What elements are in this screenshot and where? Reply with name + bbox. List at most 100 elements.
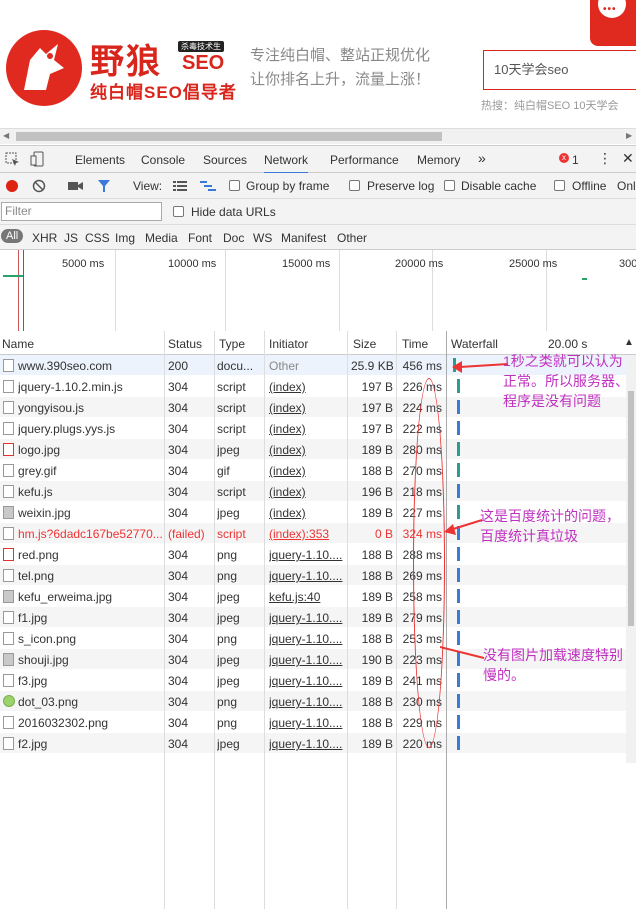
tab-console[interactable]: Console <box>141 153 185 167</box>
col-type[interactable]: Type <box>219 337 245 351</box>
table-row[interactable]: f2.jpg 304 jpeg jquery-1.10.... 189 B 220 ms <box>0 733 636 754</box>
type-filter-img[interactable]: Img <box>115 231 135 245</box>
table-vertical-scrollbar[interactable] <box>626 355 636 763</box>
overview-tick: 10000 ms <box>168 258 217 270</box>
request-initiator[interactable]: jquery-1.10.... <box>269 737 345 751</box>
col-initiator[interactable]: Initiator <box>269 337 308 351</box>
clear-icon[interactable] <box>32 179 46 193</box>
table-row[interactable]: 2016032302.png 304 png jquery-1.10.... 188 B… <box>0 712 636 733</box>
site-search-input[interactable]: 10天学会seo <box>483 50 636 90</box>
group-by-frame-checkbox[interactable] <box>229 180 240 191</box>
tab-memory[interactable]: Memory <box>417 153 460 167</box>
table-row[interactable]: tel.png 304 png jquery-1.10.... 188 B 269 ms <box>0 565 636 586</box>
table-row[interactable]: red.png 304 png jquery-1.10.... 188 B 288 ms <box>0 544 636 565</box>
table-row[interactable]: kefu_erweima.jpg 304 jpeg kefu.js:40 189 B 25… <box>0 586 636 607</box>
network-overview-timeline[interactable]: 5000 ms 10000 ms 15000 ms 20000 ms 25000… <box>0 250 636 332</box>
request-initiator[interactable]: jquery-1.10.... <box>269 674 345 688</box>
tab-elements[interactable]: Elements <box>75 153 125 167</box>
table-row[interactable]: f1.jpg 304 jpeg jquery-1.10.... 189 B 279 ms <box>0 607 636 628</box>
document-file-icon <box>3 716 14 729</box>
request-type: jpeg <box>217 737 240 751</box>
request-status: 304 <box>168 590 189 604</box>
request-initiator[interactable]: Other <box>269 359 345 373</box>
type-filter-ws[interactable]: WS <box>253 231 272 245</box>
request-size: 0 B <box>374 527 393 541</box>
scrollbar-thumb[interactable] <box>16 132 442 141</box>
type-filter-media[interactable]: Media <box>145 231 178 245</box>
request-initiator[interactable]: jquery-1.10.... <box>269 716 345 730</box>
sort-up-icon[interactable]: ▲ <box>624 337 634 348</box>
col-name[interactable]: Name <box>2 337 34 351</box>
request-name: f2.jpg <box>18 737 48 751</box>
large-rows-icon[interactable] <box>173 180 187 192</box>
preserve-log-checkbox[interactable] <box>349 180 360 191</box>
request-initiator[interactable]: (index) <box>269 485 345 499</box>
request-initiator[interactable]: (index) <box>269 506 345 520</box>
col-status[interactable]: Status <box>168 337 202 351</box>
device-toolbar-icon[interactable] <box>30 151 46 167</box>
type-filter-all[interactable]: All <box>1 229 24 243</box>
type-filter-doc[interactable]: Doc <box>223 231 244 245</box>
table-row[interactable]: dot_03.png 304 png jquery-1.10.... 188 B 230 … <box>0 691 636 712</box>
error-icon[interactable]: x <box>559 153 569 163</box>
request-initiator[interactable]: (index) <box>269 401 345 415</box>
tab-network[interactable]: Network <box>264 153 309 174</box>
more-tabs-icon[interactable]: » <box>478 150 486 166</box>
request-initiator[interactable]: jquery-1.10.... <box>269 695 345 709</box>
record-icon[interactable] <box>6 180 18 192</box>
type-filter-font[interactable]: Font <box>188 231 212 245</box>
waterfall-overview-icon[interactable] <box>200 180 216 192</box>
offline-checkbox[interactable] <box>554 180 565 191</box>
col-time[interactable]: Time <box>402 337 428 351</box>
scroll-right-icon[interactable]: ▶ <box>626 131 632 140</box>
type-filter-css[interactable]: CSS <box>85 231 110 245</box>
throttling-select[interactable]: Onl <box>617 179 636 193</box>
request-size: 189 B <box>361 674 393 688</box>
tab-sources[interactable]: Sources <box>203 153 247 167</box>
request-initiator[interactable]: (index) <box>269 380 345 394</box>
type-filter-other[interactable]: Other <box>337 231 367 245</box>
tab-performance[interactable]: Performance <box>330 153 399 167</box>
disable-cache-checkbox[interactable] <box>444 180 455 191</box>
hide-data-urls-checkbox[interactable] <box>173 206 184 217</box>
table-row[interactable]: kefu.js 304 script (index) 196 B 218 ms <box>0 481 636 502</box>
close-icon[interactable]: ✕ <box>622 150 634 167</box>
type-filter-js[interactable]: JS <box>64 231 78 245</box>
request-initiator[interactable]: (index):353 <box>269 527 345 541</box>
request-size: 25.9 KB <box>351 359 393 373</box>
table-row[interactable]: grey.gif 304 gif (index) 188 B 270 ms <box>0 460 636 481</box>
request-size: 188 B <box>361 569 393 583</box>
request-name: hm.js?6dadc167be52770... <box>18 527 163 541</box>
settings-menu-icon[interactable]: ⋮ <box>598 150 612 167</box>
request-status: 304 <box>168 653 189 667</box>
request-initiator[interactable]: jquery-1.10.... <box>269 611 345 625</box>
request-initiator[interactable]: (index) <box>269 443 345 457</box>
col-size[interactable]: Size <box>353 337 376 351</box>
table-row[interactable]: logo.jpg 304 jpeg (index) 189 B 280 ms <box>0 439 636 460</box>
document-file-icon <box>3 737 14 750</box>
request-initiator[interactable]: (index) <box>269 422 345 436</box>
type-filter-xhr[interactable]: XHR <box>32 231 57 245</box>
capture-screenshots-icon[interactable] <box>68 180 84 192</box>
hot-searches[interactable]: 热搜：纯白帽SEO 10天学会 <box>481 97 619 113</box>
request-initiator[interactable]: jquery-1.10.... <box>269 548 345 562</box>
filter-icon[interactable] <box>97 179 111 193</box>
request-initiator[interactable]: jquery-1.10.... <box>269 569 345 583</box>
table-row[interactable]: jquery.plugs.yys.js 304 script (index) 197 B… <box>0 418 636 439</box>
type-filter-manifest[interactable]: Manifest <box>281 231 326 245</box>
chat-button[interactable]: ••• <box>590 0 636 46</box>
filter-input[interactable]: Filter <box>1 202 162 221</box>
devtools-tabbar: Elements Console Sources Network Perform… <box>0 146 636 174</box>
page-horizontal-scrollbar[interactable]: ◀ ▶ <box>0 128 636 144</box>
request-initiator[interactable]: kefu.js:40 <box>269 590 345 604</box>
annotation-note-3: 没有图片加载速度特别慢的。 <box>483 647 623 683</box>
request-type: png <box>217 695 238 709</box>
document-file-icon <box>3 380 14 393</box>
request-initiator[interactable]: jquery-1.10.... <box>269 653 345 667</box>
request-initiator[interactable]: jquery-1.10.... <box>269 632 345 646</box>
error-count[interactable]: 1 <box>572 153 579 167</box>
inspect-element-icon[interactable] <box>5 152 21 168</box>
request-initiator[interactable]: (index) <box>269 464 345 478</box>
scroll-left-icon[interactable]: ◀ <box>3 131 9 140</box>
col-waterfall[interactable]: Waterfall <box>451 337 498 351</box>
